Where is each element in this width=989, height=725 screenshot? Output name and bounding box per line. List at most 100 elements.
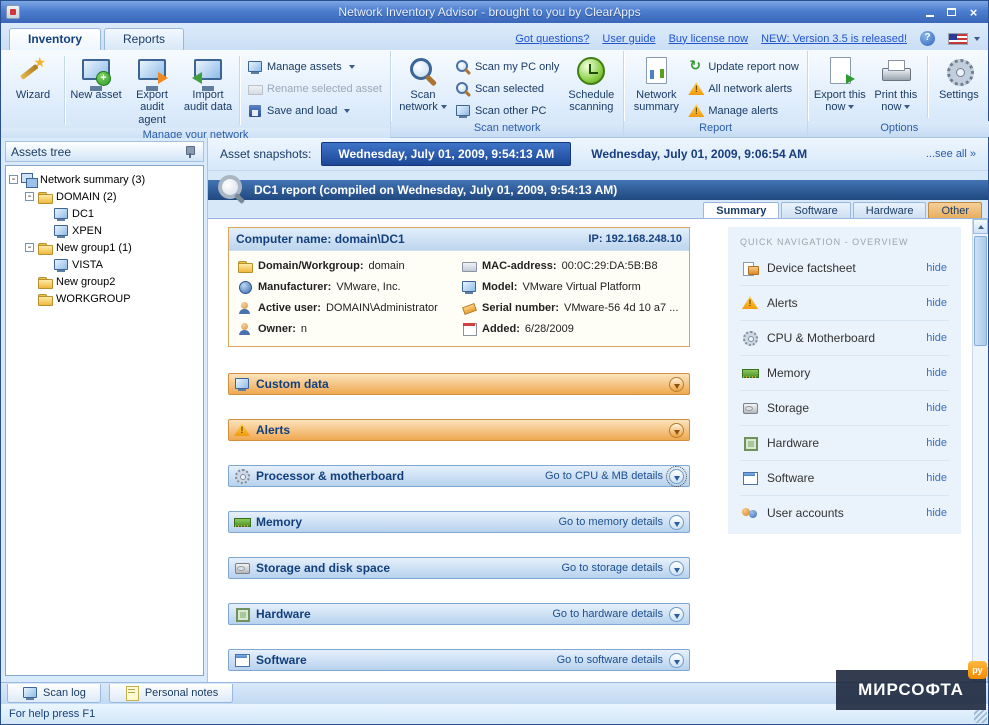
section-collapse-button[interactable] [669, 377, 684, 392]
manage-assets-button[interactable]: Manage assets [247, 59, 382, 75]
manage-alerts-button[interactable]: Manage alerts [688, 103, 799, 119]
report-tab-summary[interactable]: Summary [703, 202, 779, 218]
section-bar-alerts[interactable]: Alerts [228, 419, 690, 441]
export-this-now-button[interactable]: Export this now [812, 53, 868, 116]
save-and-load-button[interactable]: Save and load [247, 103, 382, 119]
hide-link[interactable]: hide [926, 297, 947, 309]
quick-nav-label: Alerts [767, 296, 798, 310]
tree-item[interactable]: - New group1 (1) [6, 239, 203, 256]
tree-item-label: WORKGROUP [56, 293, 131, 305]
quick-nav-item[interactable]: Storagehide [740, 390, 949, 425]
tree-item[interactable]: VISTA [6, 256, 203, 273]
quick-nav-item[interactable]: Softwarehide [740, 460, 949, 495]
all-network-alerts-button[interactable]: All network alerts [688, 81, 799, 97]
export-audit-agent-button[interactable]: Export audit agent [124, 53, 180, 128]
hide-link[interactable]: hide [926, 262, 947, 274]
report-tab-other[interactable]: Other [928, 202, 982, 218]
section-go-link[interactable]: Go to software details [557, 654, 663, 666]
section-collapse-button[interactable] [669, 653, 684, 668]
user-guide-link[interactable]: User guide [602, 33, 655, 45]
tab-reports[interactable]: Reports [104, 28, 184, 50]
snapshot-other-button[interactable]: Wednesday, July 01, 2009, 9:06:54 AM [581, 147, 817, 161]
personal-notes-tab[interactable]: Personal notes [109, 684, 233, 703]
tree-item[interactable]: New group2 [6, 273, 203, 290]
report-tab-software[interactable]: Software [781, 202, 850, 218]
quick-nav-item[interactable]: Memoryhide [740, 355, 949, 390]
report-tab-hardware[interactable]: Hardware [853, 202, 927, 218]
quick-nav-item[interactable]: Alerts hide [740, 285, 949, 320]
section-bar-software[interactable]: SoftwareGo to software details [228, 649, 690, 671]
title-bar[interactable]: Network Inventory Advisor - brought to y… [1, 1, 988, 23]
wizard-button[interactable]: Wizard [5, 53, 61, 103]
hide-link[interactable]: hide [926, 402, 947, 414]
section-go-link[interactable]: Go to memory details [558, 516, 663, 528]
tree-item[interactable]: DC1 [6, 205, 203, 222]
serial-icon [461, 300, 477, 316]
resize-grip[interactable] [974, 710, 987, 723]
close-button[interactable]: × [964, 5, 983, 20]
new-version-link[interactable]: NEW: Version 3.5 is released! [761, 33, 907, 45]
quick-nav-item[interactable]: CPU & Motherboardhide [740, 320, 949, 355]
section-collapse-button[interactable] [669, 607, 684, 622]
section-collapse-button[interactable] [669, 423, 684, 438]
section-collapse-button[interactable] [669, 561, 684, 576]
settings-button[interactable]: Settings [931, 53, 987, 103]
hide-link[interactable]: hide [926, 332, 947, 344]
ribbon-group-options: Export this now Print this now Settings … [808, 51, 989, 137]
tree-item[interactable]: XPEN [6, 222, 203, 239]
scan-other-pc-button[interactable]: Scan other PC [455, 103, 559, 119]
quick-nav-item[interactable]: Hardwarehide [740, 425, 949, 460]
print-this-now-button[interactable]: Print this now [868, 53, 924, 116]
new-asset-icon [80, 55, 112, 87]
snapshot-selected-button[interactable]: Wednesday, July 01, 2009, 9:54:13 AM [321, 142, 571, 166]
help-icon[interactable] [920, 31, 935, 46]
section-bar-custom-data[interactable]: Custom data [228, 373, 690, 395]
tree-expander[interactable]: - [25, 192, 34, 201]
got-questions-link[interactable]: Got questions? [515, 33, 589, 45]
maximize-button[interactable] [942, 5, 961, 20]
tab-inventory[interactable]: Inventory [9, 28, 101, 50]
hide-link[interactable]: hide [926, 437, 947, 449]
scroll-track[interactable] [973, 234, 988, 667]
vertical-scrollbar[interactable] [972, 219, 988, 682]
scan-my-pc-button[interactable]: Scan my PC only [455, 59, 559, 75]
section-collapse-button[interactable] [669, 515, 684, 530]
section-collapse-button[interactable] [669, 469, 684, 484]
hide-link[interactable]: hide [926, 472, 947, 484]
section-bar-memory[interactable]: MemoryGo to memory details [228, 511, 690, 533]
scan-log-tab[interactable]: Scan log [7, 684, 101, 703]
field-value: VMware Virtual Platform [522, 281, 640, 293]
tree-item[interactable]: -Network summary (3) [6, 171, 203, 188]
buy-license-link[interactable]: Buy license now [669, 33, 749, 45]
scroll-up-button[interactable] [973, 219, 988, 234]
quick-nav-item[interactable]: Device factsheethide [740, 251, 949, 285]
hide-link[interactable]: hide [926, 507, 947, 519]
section-bar-processor-motherboard[interactable]: Processor & motherboardGo to CPU & MB de… [228, 465, 690, 487]
tree-item-label: New group1 (1) [56, 242, 132, 254]
tree-expander[interactable]: - [9, 175, 18, 184]
tree-item[interactable]: WORKGROUP [6, 290, 203, 307]
tree-expander[interactable]: - [25, 243, 34, 252]
section-go-link[interactable]: Go to storage details [561, 562, 663, 574]
pin-icon[interactable] [182, 144, 198, 160]
schedule-scanning-button[interactable]: Schedule scanning [563, 53, 619, 116]
import-audit-data-button[interactable]: Import audit data [180, 53, 236, 116]
section-bar-hardware[interactable]: HardwareGo to hardware details [228, 603, 690, 625]
hide-link[interactable]: hide [926, 367, 947, 379]
section-go-link[interactable]: Go to hardware details [552, 608, 663, 620]
scan-selected-button[interactable]: Scan selected [455, 81, 559, 97]
new-asset-button[interactable]: New asset [68, 53, 124, 103]
section-bar-storage-and-disk-space[interactable]: Storage and disk spaceGo to storage deta… [228, 557, 690, 579]
update-report-button[interactable]: Update report now [688, 59, 799, 75]
section-go-link[interactable]: Go to CPU & MB details [545, 470, 663, 482]
report-header: DC1 report (compiled on Wednesday, July … [208, 180, 988, 200]
domain-icon [237, 258, 253, 274]
quick-nav-item[interactable]: User accountshide [740, 495, 949, 530]
network-summary-button[interactable]: Network summary [628, 53, 684, 116]
scan-network-button[interactable]: Scan network [395, 53, 451, 116]
minimize-button[interactable] [920, 5, 939, 20]
tree-item[interactable]: -DOMAIN (2) [6, 188, 203, 205]
language-selector[interactable] [948, 33, 980, 45]
see-all-link[interactable]: ...see all » [926, 148, 976, 160]
scroll-thumb[interactable] [974, 236, 987, 346]
